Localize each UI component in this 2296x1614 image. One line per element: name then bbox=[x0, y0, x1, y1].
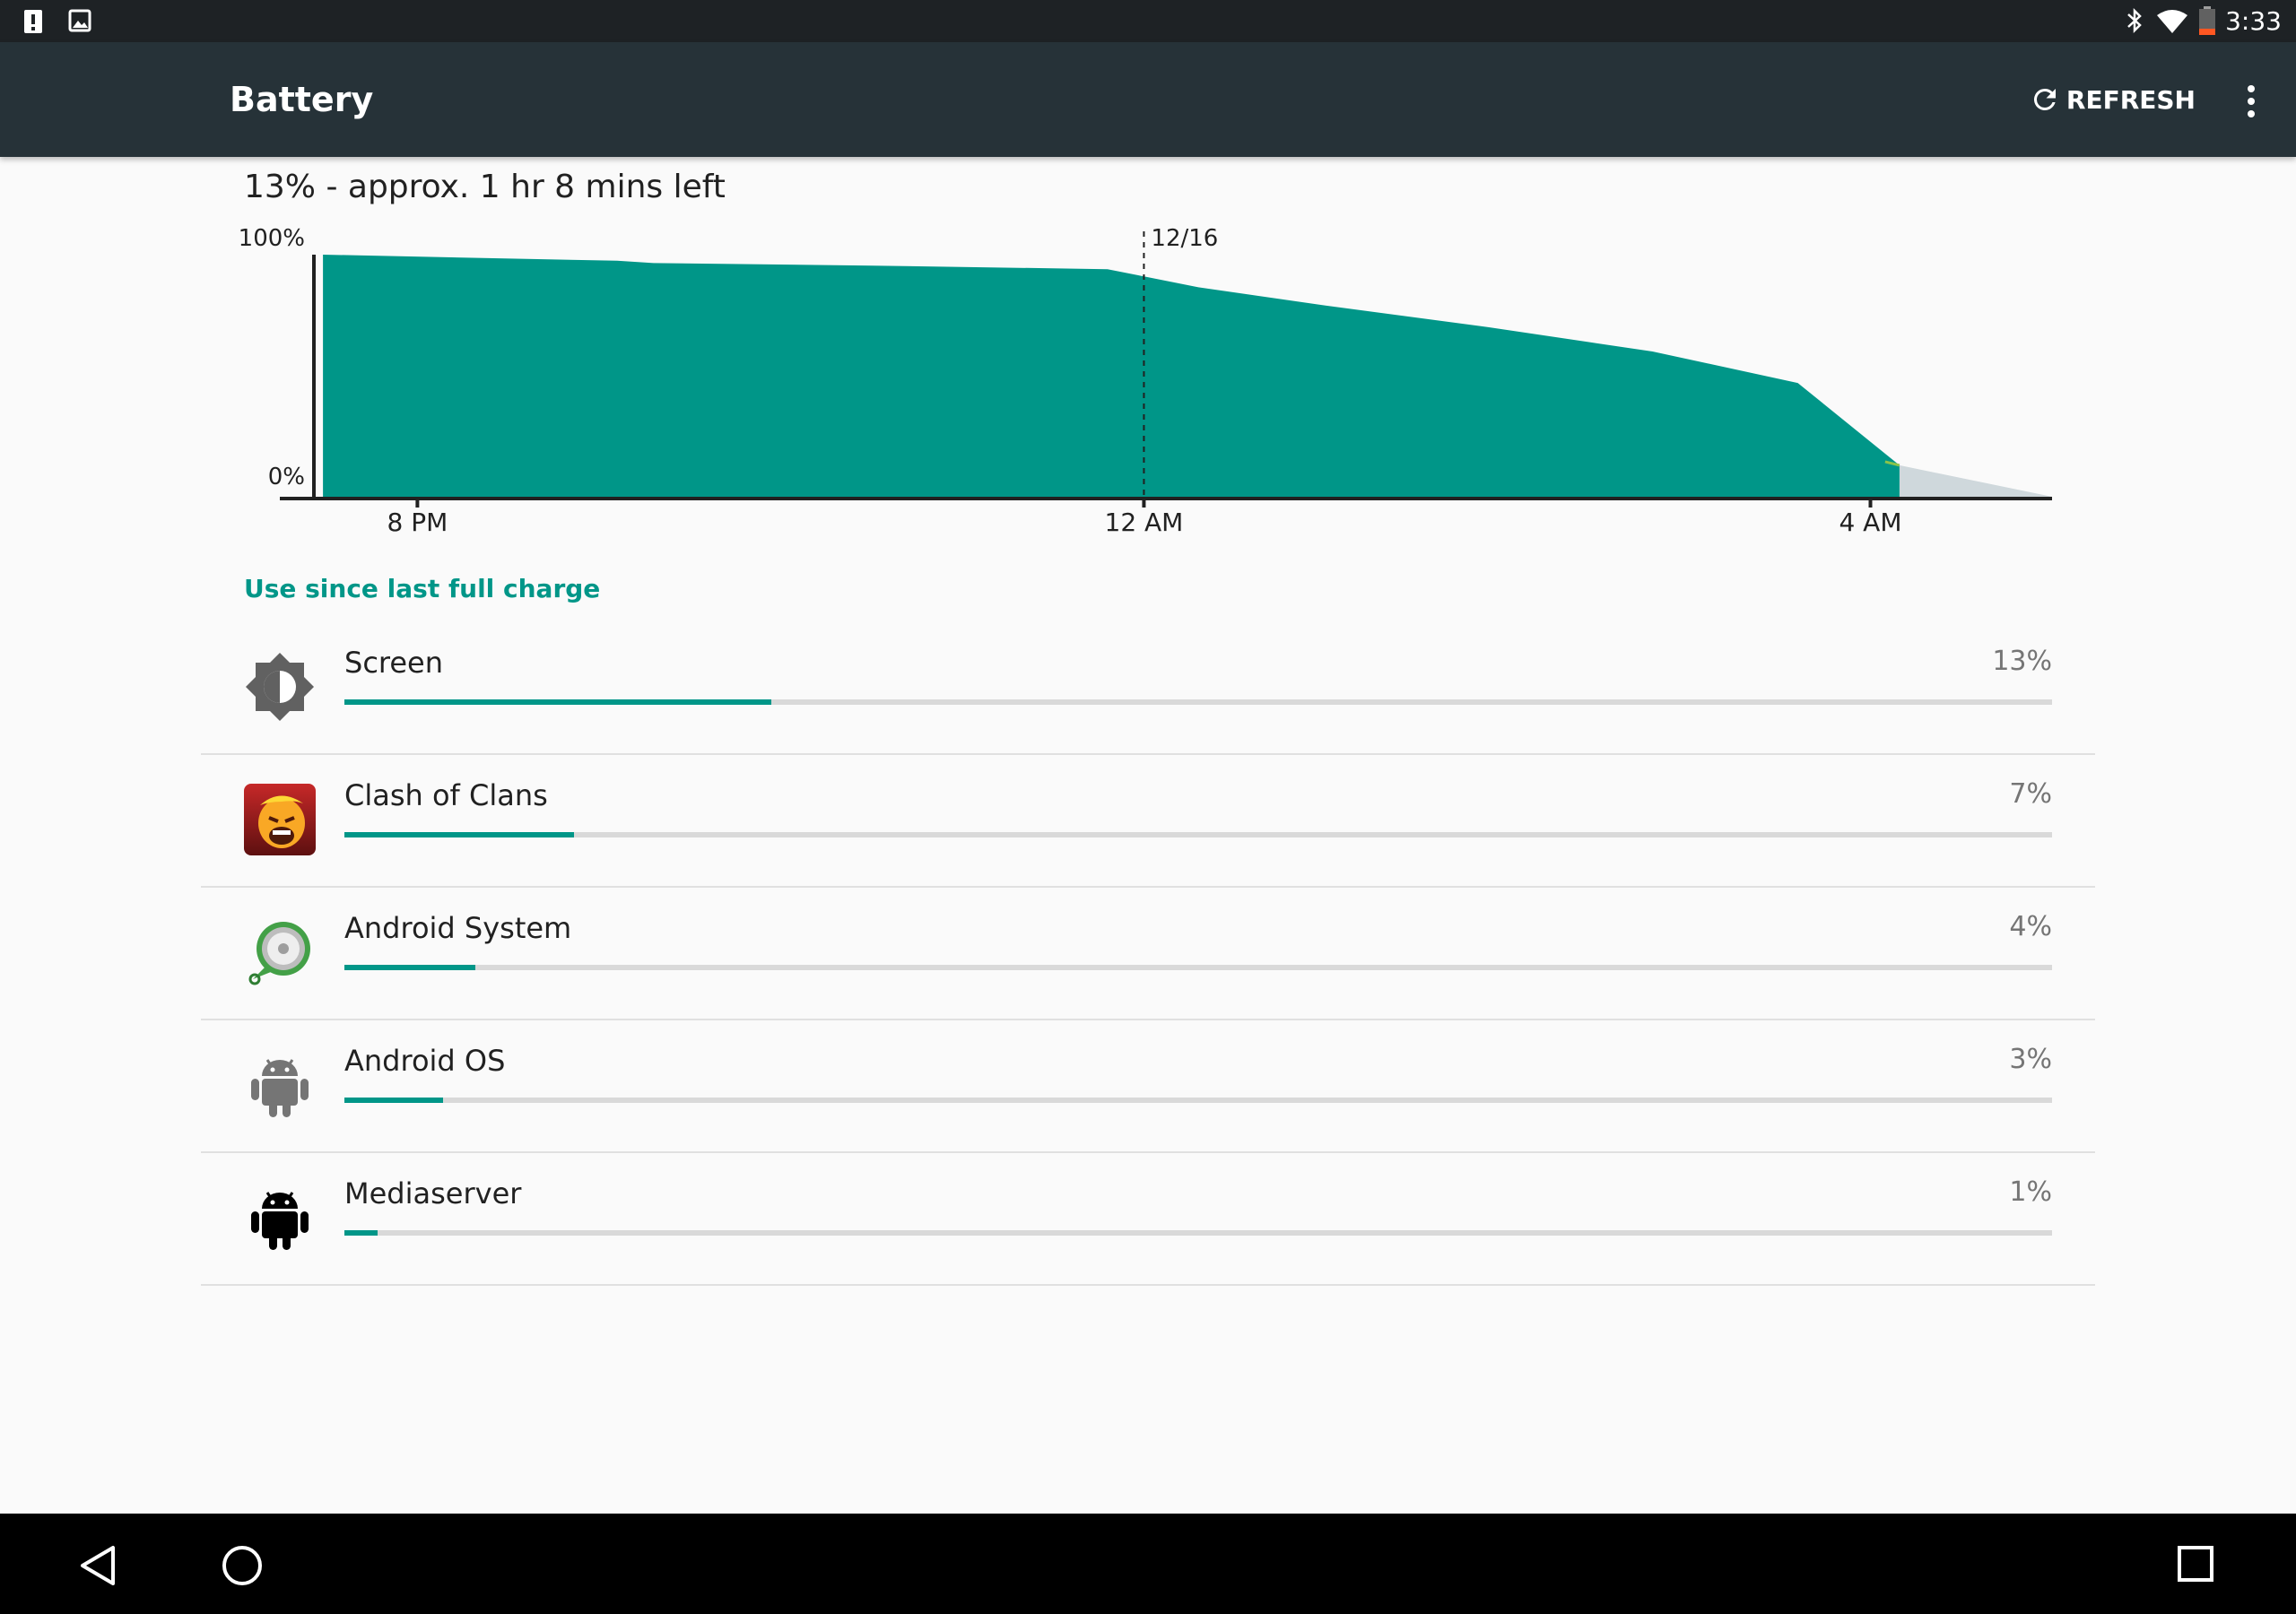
usage-row-android-system[interactable]: Android System 4% bbox=[201, 886, 2095, 1020]
image-icon bbox=[68, 9, 91, 32]
date-marker-label: 12/16 bbox=[1151, 225, 1218, 252]
more-vert-icon[interactable] bbox=[2246, 85, 2257, 121]
navigation-bar bbox=[0, 1514, 2296, 1614]
usage-bar-fill bbox=[344, 832, 575, 837]
x-tick-label: 4 AM bbox=[1839, 508, 1901, 537]
y-label-100: 100% bbox=[239, 225, 305, 252]
android-system-icon bbox=[248, 922, 310, 985]
usage-percent: 4% bbox=[2009, 911, 2052, 942]
alert-icon bbox=[24, 10, 42, 33]
home-icon[interactable] bbox=[221, 1544, 264, 1587]
section-title: Use since last full charge bbox=[244, 574, 601, 603]
back-icon[interactable] bbox=[79, 1544, 118, 1587]
mediaserver-icon bbox=[251, 1192, 309, 1250]
status-time: 3:33 bbox=[2225, 6, 2282, 36]
usage-row-clash-of-clans[interactable]: Clash of Clans 7% bbox=[201, 753, 2095, 888]
usage-bar-track bbox=[344, 965, 2052, 970]
usage-percent: 7% bbox=[2009, 778, 2052, 810]
battery-history-chart: 100% 0% 12/16 8 PM 12 AM 4 AM bbox=[239, 225, 2052, 537]
usage-bar-fill bbox=[344, 1098, 443, 1103]
usage-bar-track bbox=[344, 1230, 2052, 1236]
android-os-icon bbox=[251, 1059, 309, 1117]
usage-bar-track bbox=[344, 1098, 2052, 1103]
refresh-button[interactable]: REFRESH bbox=[2029, 80, 2196, 119]
usage-percent: 13% bbox=[1992, 646, 2052, 677]
usage-percent: 3% bbox=[2009, 1044, 2052, 1075]
battery-level-area bbox=[323, 255, 1900, 497]
x-ticks: 8 PM 12 AM 4 AM bbox=[387, 499, 1902, 537]
usage-row-screen[interactable]: Screen 13% bbox=[201, 620, 2095, 755]
usage-bar-fill bbox=[344, 1230, 378, 1236]
brightness-icon bbox=[246, 653, 314, 721]
refresh-label: REFRESH bbox=[2066, 84, 2196, 115]
usage-row-mediaserver[interactable]: Mediaserver 1% bbox=[201, 1151, 2095, 1286]
y-label-0: 0% bbox=[268, 464, 305, 490]
wifi-icon bbox=[2157, 10, 2187, 33]
usage-label: Mediaserver bbox=[344, 1176, 522, 1210]
usage-percent: 1% bbox=[2009, 1176, 2052, 1208]
x-tick-label: 12 AM bbox=[1105, 508, 1184, 537]
usage-label: Clash of Clans bbox=[344, 778, 548, 812]
projection-area bbox=[1899, 464, 2052, 497]
usage-row-android-os[interactable]: Android OS 3% bbox=[201, 1019, 2095, 1153]
usage-label: Screen bbox=[344, 646, 444, 680]
status-bar: 3:33 bbox=[0, 0, 2296, 42]
usage-bar-fill bbox=[344, 965, 476, 970]
refresh-icon bbox=[2033, 88, 2056, 110]
usage-bar-track bbox=[344, 832, 2052, 837]
usage-label: Android OS bbox=[344, 1044, 506, 1078]
recents-icon[interactable] bbox=[2176, 1544, 2215, 1584]
bluetooth-icon bbox=[2127, 7, 2142, 34]
x-tick-label: 8 PM bbox=[387, 508, 448, 537]
usage-bar-track bbox=[344, 699, 2052, 705]
usage-bar-fill bbox=[344, 699, 771, 705]
clash-of-clans-icon bbox=[244, 784, 316, 855]
usage-label: Android System bbox=[344, 911, 572, 945]
app-bar: Battery REFRESH bbox=[0, 42, 2296, 157]
battery-low-icon bbox=[2199, 6, 2215, 35]
page-title: Battery bbox=[230, 80, 374, 119]
battery-summary: 13% - approx. 1 hr 8 mins left bbox=[244, 169, 726, 205]
